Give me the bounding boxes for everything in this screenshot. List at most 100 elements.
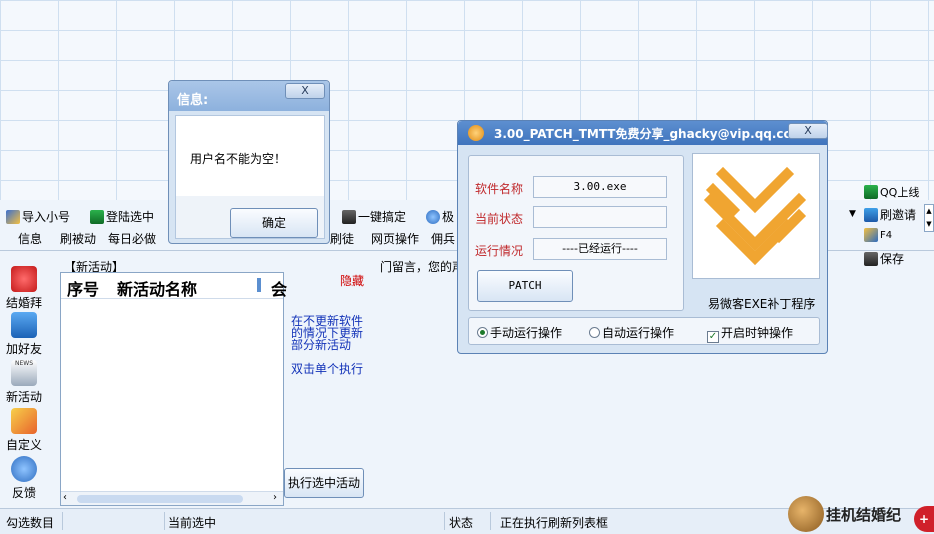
sidebar-label-wedding: 结婚拜	[5, 296, 42, 310]
tab-apprentice[interactable]: 刷徒	[330, 230, 354, 247]
col-name[interactable]: 新活动名称	[117, 276, 197, 300]
scroll-left-icon[interactable]: ‹	[63, 492, 67, 503]
auto-run-label: 自动运行操作	[602, 326, 675, 340]
login-selected-button[interactable]: 登陆选中	[90, 208, 154, 225]
save-label: 保存	[880, 252, 905, 266]
heart-icon	[11, 266, 37, 292]
person-icon	[342, 209, 356, 224]
sidebar-label-add-friend: 加好友	[5, 342, 42, 356]
sidebar-item-wedding[interactable]: 结婚拜	[4, 266, 44, 311]
current-selected-label: 当前选中	[168, 516, 217, 530]
software-name-label: 软件名称	[475, 182, 524, 196]
run-status-field[interactable]: ----已经运行----	[533, 238, 667, 260]
logo-icon	[703, 166, 807, 266]
hide-link[interactable]: 隐藏	[340, 272, 364, 289]
activity-list-header: 序号 新活动名称 会	[61, 273, 287, 300]
extreme-label: 极	[442, 210, 455, 224]
scroll-right-icon[interactable]: ›	[273, 492, 277, 503]
col-extra[interactable]: 会	[271, 276, 287, 300]
add-user-icon	[11, 312, 37, 338]
sidebar-item-add-friend[interactable]: 加好友	[4, 312, 44, 357]
message-fragment: 门留言，您的声	[380, 260, 465, 274]
tab-web[interactable]: 网页操作	[371, 230, 419, 247]
one-click-button[interactable]: 一键搞定	[342, 208, 406, 225]
status-label: 状态	[449, 516, 474, 530]
radio-icon[interactable]	[477, 327, 488, 338]
close-icon[interactable]: X	[788, 123, 828, 139]
hint-line3: 部分新活动	[291, 338, 352, 352]
sidebar-item-news[interactable]: NEWS 新活动	[4, 360, 44, 405]
refresh-invite-label: 刷邀请	[880, 208, 917, 222]
save-button[interactable]: 保存	[864, 250, 904, 267]
qq-online-icon	[864, 185, 878, 199]
f4-button[interactable]: F4	[864, 228, 892, 242]
spin-button[interactable]: ▲ ▼	[924, 204, 934, 232]
pencil-icon	[11, 408, 37, 434]
close-icon[interactable]: X	[285, 83, 325, 99]
login-icon	[90, 209, 104, 224]
info-dialog: 信息: X 用户名不能为空！ 确定	[168, 80, 330, 244]
edit-icon	[864, 228, 878, 242]
info-group: 软件名称 3.00.exe 当前状态 运行情况 ----已经运行---- PAT…	[468, 155, 684, 311]
manual-run-option[interactable]: 手动运行操作	[477, 324, 562, 341]
scroll-thumb[interactable]	[77, 495, 243, 503]
import-icon	[6, 209, 20, 224]
update-hint: 在不更新软件 的情况下更新 部分新活动 双击单个执行	[291, 315, 363, 375]
status-separator	[164, 512, 165, 530]
refresh-invite-button[interactable]: 刷邀请	[864, 206, 916, 223]
tab-info[interactable]: 信息	[18, 230, 42, 247]
tab-passive[interactable]: 刷被动	[60, 230, 96, 247]
tab-daily[interactable]: 每日必做	[108, 230, 156, 247]
status-value: 正在执行刷新列表框	[500, 516, 609, 530]
status-separator	[490, 512, 491, 530]
timer-run-option[interactable]: ✓ 开启时钟操作	[707, 324, 793, 343]
import-small-label: 导入小号	[22, 210, 71, 224]
patch-button[interactable]: PATCH	[477, 270, 573, 302]
sidebar-item-feedback[interactable]: 反馈	[4, 456, 44, 501]
hint-line4: 双击单个执行	[291, 362, 364, 376]
info-dialog-body: 用户名不能为空！ 确定	[175, 115, 325, 239]
current-status-field[interactable]	[533, 206, 667, 228]
chevron-down-icon[interactable]: ▼	[849, 209, 856, 219]
run-status-label: 运行情况	[475, 244, 524, 258]
execute-selected-button[interactable]: 执行选中活动	[284, 468, 364, 498]
logo-caption: 易微客EXE补丁程序	[708, 297, 816, 311]
software-name-field[interactable]: 3.00.exe	[533, 176, 667, 198]
column-resize-handle[interactable]	[257, 278, 261, 292]
import-small-button[interactable]: 导入小号	[6, 208, 70, 225]
status-separator	[62, 512, 63, 530]
radio-icon[interactable]	[589, 327, 600, 338]
monkey-mascot-icon	[788, 496, 824, 532]
invite-icon	[864, 207, 878, 222]
globe-icon	[426, 209, 440, 224]
qq-online-label: QQ上线	[880, 186, 920, 199]
qq-online-button[interactable]: QQ上线	[864, 184, 919, 200]
activity-list[interactable]: 序号 新活动名称 会 ‹ ›	[60, 272, 287, 506]
login-selected-label: 登陆选中	[106, 210, 155, 224]
app-icon	[468, 125, 484, 141]
extreme-button[interactable]: 极	[426, 208, 454, 225]
status-separator	[444, 512, 445, 530]
sidebar-label-custom: 自定义	[5, 438, 42, 452]
info-dialog-title: 信息:	[177, 93, 209, 108]
patch-window: 3.00_PATCH_TMTT免费分享_ghacky@vip.qq.com X …	[457, 120, 828, 354]
col-index[interactable]: 序号	[67, 276, 99, 300]
sidebar-label-feedback: 反馈	[11, 486, 36, 500]
horizontal-scrollbar[interactable]: ‹ ›	[61, 491, 283, 505]
save-icon	[864, 251, 878, 266]
auto-run-option[interactable]: 自动运行操作	[589, 324, 674, 341]
manual-run-label: 手动运行操作	[490, 326, 563, 340]
patch-window-title: 3.00_PATCH_TMTT免费分享_ghacky@vip.qq.com	[494, 127, 805, 141]
logo-box	[692, 153, 820, 279]
tab-mercenary[interactable]: 佣兵	[431, 230, 455, 247]
checkbox-icon[interactable]: ✓	[707, 331, 719, 343]
sidebar-label-news: 新活动	[5, 390, 42, 404]
sidebar-item-custom[interactable]: 自定义	[4, 408, 44, 453]
one-click-label: 一键搞定	[358, 210, 407, 224]
current-status-label: 当前状态	[475, 212, 524, 226]
mascot-text: 挂机结婚纪	[826, 506, 902, 524]
plus-icon[interactable]: +	[914, 506, 934, 532]
ok-button[interactable]: 确定	[230, 208, 318, 238]
f4-label: F4	[880, 229, 893, 241]
info-message: 用户名不能为空！	[190, 152, 287, 166]
